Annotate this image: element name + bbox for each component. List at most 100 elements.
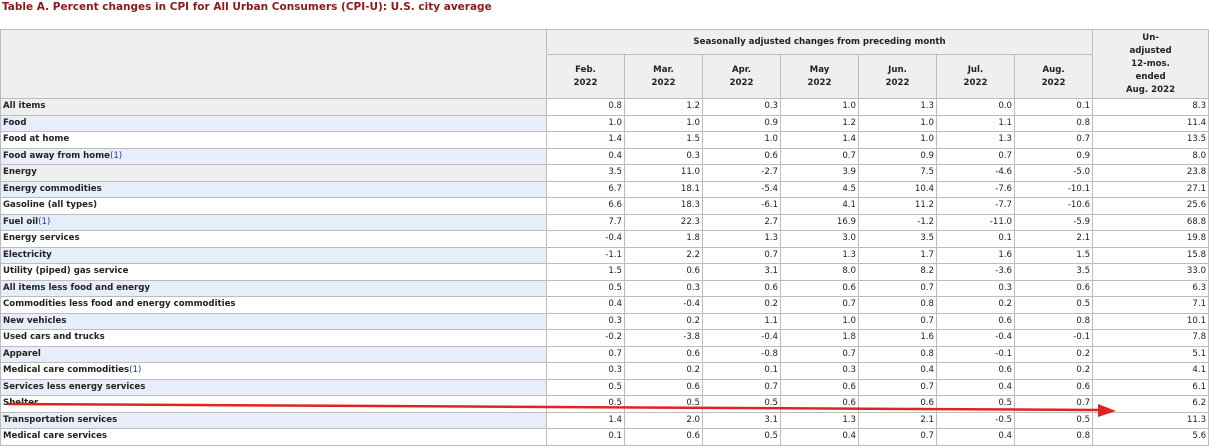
value-cell: 3.5 (1013, 263, 1094, 281)
value-cell: -4.6 (936, 164, 1015, 182)
table-row: Gasoline (all types) 6.6 18.3 -6.1 4.1 11.2 -7… (0, 197, 1209, 215)
value-cell: 0.9 (702, 114, 781, 132)
value-cell: 1.7 (858, 246, 937, 264)
value-cell: 18.1 (624, 180, 703, 198)
cpi-table-body: All items 0.8 1.2 0.3 1.0 1.3 0.0 0.1 8.3 Food 1.0… (0, 98, 1209, 446)
value-cell: 0.4 (936, 428, 1015, 446)
value-cell: -3.6 (936, 263, 1015, 281)
value-cell: 0.7 (780, 345, 859, 363)
table-row: Utility (piped) gas service 1.5 0.6 3.1 8.0 8… (0, 263, 1209, 281)
value-cell: 0.7 (702, 378, 781, 396)
unadjusted-value-cell: 68.8 (1092, 213, 1209, 231)
table-row: Food 1.0 1.0 0.9 1.2 1.0 1.1 0.8 11.4 (0, 114, 1209, 132)
value-cell: 3.9 (780, 164, 859, 182)
table-row: All items less food and energy 0.5 0.3 0.6 0… (0, 279, 1209, 297)
footnote-link[interactable]: (1) (129, 365, 141, 375)
value-cell: -0.4 (546, 230, 625, 248)
value-cell: 0.3 (624, 147, 703, 165)
footnote-link[interactable]: (1) (38, 217, 50, 227)
value-cell: 0.6 (624, 263, 703, 281)
value-cell: -5.9 (1013, 213, 1094, 231)
value-cell: 2.7 (702, 213, 781, 231)
value-cell: 0.6 (1013, 378, 1094, 396)
value-cell: 0.7 (858, 378, 937, 396)
value-cell: 0.2 (624, 362, 703, 380)
row-label: Gasoline (all types) (0, 197, 547, 215)
value-cell: 0.4 (936, 378, 1015, 396)
value-cell: -0.1 (936, 345, 1015, 363)
value-cell: 0.8 (1013, 428, 1094, 446)
value-cell: 0.6 (624, 378, 703, 396)
row-label: Services less energy services (0, 378, 547, 396)
value-cell: 0.6 (780, 395, 859, 413)
cpi-table: Seasonally adjusted changes from precedi… (0, 29, 1209, 446)
value-cell: 0.8 (1013, 114, 1094, 132)
value-cell: 0.6 (1013, 279, 1094, 297)
value-cell: 1.3 (780, 246, 859, 264)
row-label: Medical care commodities(1) (0, 362, 547, 380)
unadjusted-value-cell: 7.1 (1092, 296, 1209, 314)
value-cell: 0.8 (546, 98, 625, 116)
value-cell: -1.2 (858, 213, 937, 231)
value-cell: 0.5 (702, 395, 781, 413)
value-cell: 0.7 (702, 246, 781, 264)
value-cell: -7.6 (936, 180, 1015, 198)
unadjusted-value-cell: 33.0 (1092, 263, 1209, 281)
row-label: Used cars and trucks (0, 329, 547, 347)
month-header: Apr. 2022 (702, 54, 781, 99)
row-label: Food (0, 114, 547, 132)
value-cell: 1.8 (624, 230, 703, 248)
unadjusted-value-cell: 27.1 (1092, 180, 1209, 198)
value-cell: 0.7 (936, 147, 1015, 165)
value-cell: -0.4 (624, 296, 703, 314)
value-cell: 0.7 (1013, 395, 1094, 413)
value-cell: 0.7 (1013, 131, 1094, 149)
table-row: New vehicles 0.3 0.2 1.1 1.0 0.7 0.6 0.8 10.1 (0, 312, 1209, 330)
row-label: Medical care services (0, 428, 547, 446)
table-row: Food away from home(1) 0.4 0.3 0.6 0.7 0.9 0.7… (0, 147, 1209, 165)
value-cell: 0.6 (936, 312, 1015, 330)
value-cell: -0.1 (1013, 329, 1094, 347)
value-cell: 1.0 (702, 131, 781, 149)
value-cell: 1.0 (858, 131, 937, 149)
value-cell: 1.2 (780, 114, 859, 132)
value-cell: 1.1 (936, 114, 1015, 132)
footnote-link[interactable]: (1) (110, 151, 122, 161)
value-cell: -1.1 (546, 246, 625, 264)
value-cell: 0.2 (1013, 362, 1094, 380)
value-cell: 6.7 (546, 180, 625, 198)
month-header: Feb. 2022 (546, 54, 625, 99)
value-cell: 0.1 (1013, 98, 1094, 116)
value-cell: -3.8 (624, 329, 703, 347)
row-label: All items (0, 98, 547, 116)
table-row: Electricity -1.1 2.2 0.7 1.3 1.7 1.6 1.5 15.8 (0, 246, 1209, 264)
value-cell: -10.1 (1013, 180, 1094, 198)
value-cell: 4.5 (780, 180, 859, 198)
value-cell: -5.4 (702, 180, 781, 198)
value-cell: 1.3 (858, 98, 937, 116)
value-cell: 0.5 (624, 395, 703, 413)
value-cell: 3.1 (702, 263, 781, 281)
value-cell: 1.5 (1013, 246, 1094, 264)
unadjusted-value-cell: 25.6 (1092, 197, 1209, 215)
value-cell: 1.5 (546, 263, 625, 281)
value-cell: 6.6 (546, 197, 625, 215)
row-label: Food at home (0, 131, 547, 149)
table-row: Commodities less food and energy commodi… (0, 296, 1209, 314)
row-label: Energy services (0, 230, 547, 248)
table-row: Services less energy services 0.5 0.6 0.7 0.… (0, 378, 1209, 396)
value-cell: 1.4 (546, 131, 625, 149)
value-cell: 4.1 (780, 197, 859, 215)
value-cell: -0.4 (936, 329, 1015, 347)
value-cell: 0.6 (702, 279, 781, 297)
table-row: Medical care services 0.1 0.6 0.5 0.4 0.7 0.4 0… (0, 428, 1209, 446)
value-cell: 0.3 (702, 98, 781, 116)
value-cell: 18.3 (624, 197, 703, 215)
unadjusted-value-cell: 11.3 (1092, 411, 1209, 429)
month-header: Aug. 2022 (1013, 54, 1094, 99)
value-cell: 0.7 (858, 312, 937, 330)
value-cell: 0.8 (858, 296, 937, 314)
row-label: Shelter (0, 395, 547, 413)
value-cell: 0.2 (702, 296, 781, 314)
unadjusted-value-cell: 15.8 (1092, 246, 1209, 264)
